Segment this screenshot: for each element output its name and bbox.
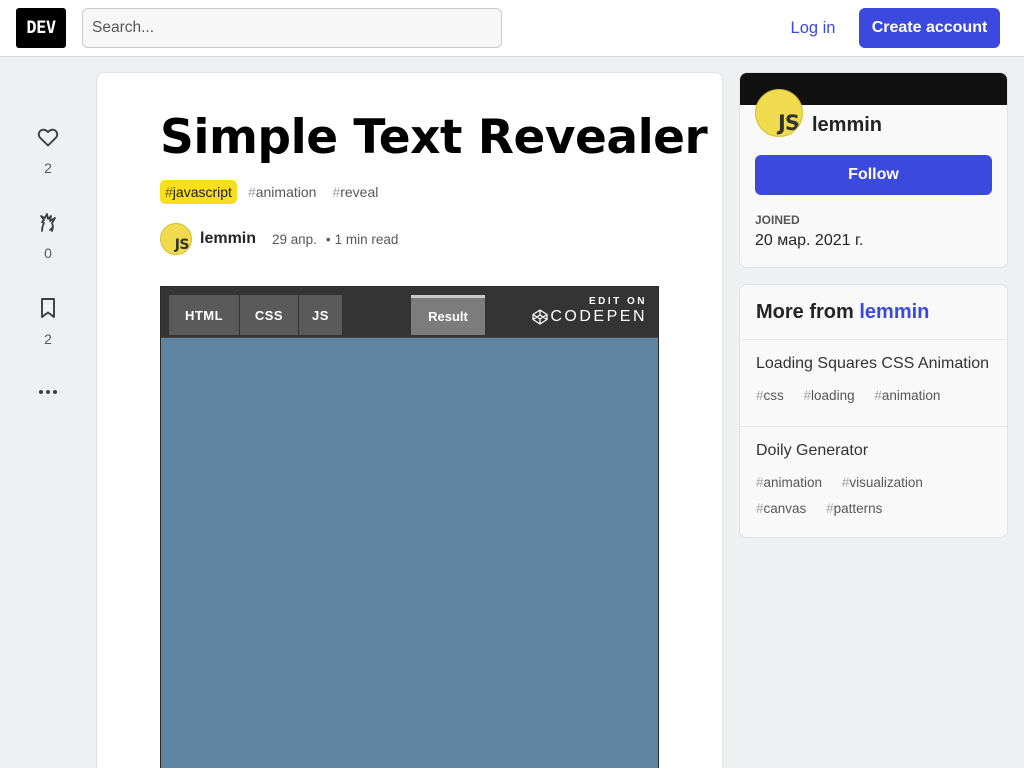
tag-loading[interactable]: #loading bbox=[804, 388, 863, 403]
article-title: Simple Text Revealer bbox=[160, 110, 708, 165]
unicorn-icon bbox=[40, 213, 56, 232]
more-from-item[interactable]: Doily Generator #animation #visualizatio… bbox=[740, 427, 1007, 522]
more-from-item-title[interactable]: Doily Generator bbox=[756, 442, 991, 460]
meta-separator: • bbox=[325, 231, 331, 247]
more-from-heading: More from lemmin bbox=[740, 285, 1007, 340]
login-link[interactable]: Log in bbox=[776, 8, 850, 48]
codepen-embed[interactable]: HTML CSS JS Result EDIT ON CODEPEN bbox=[160, 286, 659, 768]
author-avatar[interactable]: JS bbox=[160, 223, 192, 255]
codepen-tab-js[interactable]: JS bbox=[299, 295, 342, 335]
heart-reaction-button[interactable]: 2 bbox=[23, 125, 73, 176]
joined-label: JOINED bbox=[755, 213, 800, 227]
more-from-item-tags: #css #loading #animation bbox=[756, 383, 991, 409]
tag-animation[interactable]: #animation bbox=[874, 388, 948, 403]
tag-patterns[interactable]: #patterns bbox=[826, 501, 890, 516]
tag-canvas[interactable]: #canvas bbox=[756, 501, 814, 516]
tag-animation[interactable]: #animation bbox=[756, 475, 830, 490]
more-from-item[interactable]: Loading Squares CSS Animation #css #load… bbox=[740, 340, 1007, 427]
publish-date: 29 апр. bbox=[272, 231, 317, 247]
search-input[interactable] bbox=[82, 8, 502, 48]
author-name[interactable]: lemmin bbox=[200, 230, 256, 248]
top-navbar: DEV Log in Create account bbox=[0, 0, 1024, 57]
create-account-button[interactable]: Create account bbox=[859, 8, 1000, 48]
bookmark-count: 2 bbox=[44, 331, 52, 347]
profile-name[interactable]: lemmin bbox=[812, 114, 882, 137]
codepen-logo-icon bbox=[532, 309, 549, 325]
tag-reveal[interactable]: #reveal bbox=[327, 180, 383, 204]
unicorn-count: 0 bbox=[44, 245, 52, 261]
more-options-button[interactable] bbox=[23, 380, 73, 404]
bookmark-icon bbox=[41, 298, 55, 318]
codepen-tab-html[interactable]: HTML bbox=[169, 295, 239, 335]
edit-on-label: EDIT ON bbox=[588, 296, 647, 307]
codepen-tab-css[interactable]: CSS bbox=[240, 295, 298, 335]
codepen-wordmark: CODEPEN bbox=[532, 308, 647, 326]
joined-date: 20 мар. 2021 г. bbox=[755, 232, 864, 249]
tag-animation[interactable]: #animation bbox=[243, 180, 322, 204]
tag-visualization[interactable]: #visualization bbox=[842, 475, 931, 490]
profile-avatar[interactable]: JS bbox=[755, 89, 803, 137]
follow-button[interactable]: Follow bbox=[755, 155, 992, 195]
tag-css[interactable]: #css bbox=[756, 388, 792, 403]
author-line: JS lemmin 29 апр. • 1 min read bbox=[160, 222, 398, 256]
codepen-tab-result[interactable]: Result bbox=[411, 295, 485, 335]
unicorn-reaction-button[interactable]: 0 bbox=[23, 210, 73, 261]
author-profile-card: JS lemmin Follow JOINED 20 мар. 2021 г. bbox=[739, 72, 1008, 268]
more-from-user-link[interactable]: lemmin bbox=[859, 301, 929, 323]
article-tags: #javascript #animation #reveal bbox=[160, 180, 383, 204]
read-time: 1 min read bbox=[334, 231, 399, 247]
heart-icon bbox=[37, 128, 59, 147]
more-from-item-tags: #animation #visualization #canvas #patte… bbox=[756, 470, 991, 522]
more-from-item-title[interactable]: Loading Squares CSS Animation bbox=[756, 355, 991, 373]
more-from-author: More from lemmin Loading Squares CSS Ani… bbox=[739, 284, 1008, 538]
bookmark-button[interactable]: 2 bbox=[23, 296, 73, 347]
more-horizontal-icon bbox=[39, 390, 57, 394]
edit-on-codepen-link[interactable]: EDIT ON CODEPEN bbox=[532, 296, 647, 326]
dev-logo[interactable]: DEV bbox=[16, 8, 66, 48]
codepen-toolbar: HTML CSS JS Result EDIT ON CODEPEN bbox=[161, 287, 658, 338]
tag-javascript[interactable]: #javascript bbox=[160, 180, 237, 204]
heart-count: 2 bbox=[44, 160, 52, 176]
